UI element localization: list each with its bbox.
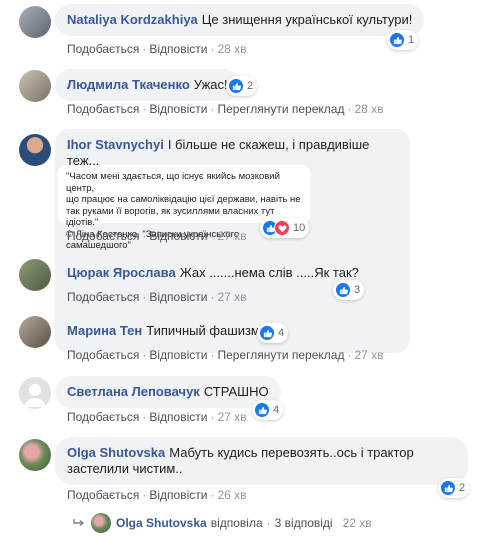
- quote-line: що працює на самоліквідацію цієї держави…: [66, 194, 301, 205]
- reply-time: 22 хв: [342, 516, 372, 530]
- comment-time[interactable]: 28 хв: [217, 42, 246, 56]
- reaction-number: 2: [247, 80, 254, 92]
- view-replies-link[interactable]: Olga Shutovska відповіла · 3 відповіді 2…: [73, 513, 372, 533]
- comment-time[interactable]: 26 хв: [217, 488, 246, 502]
- comment-actions: Подобається · Відповісти · 27 хв: [67, 229, 247, 243]
- like-button[interactable]: Подобається: [67, 42, 139, 56]
- reaction-number: 3: [354, 284, 361, 296]
- like-button[interactable]: Подобається: [67, 348, 139, 362]
- default-avatar-icon: [24, 384, 46, 407]
- comment-actions: Подобається · Відповісти · 27 хв: [67, 410, 247, 424]
- comment-time[interactable]: 27 хв: [354, 348, 383, 362]
- comment-author[interactable]: Светлана Леповачук: [67, 384, 200, 399]
- reply-count: 3 відповіді: [274, 516, 333, 530]
- comment-bubble: Nataliya Kordzakhiya Це знищення українсь…: [55, 4, 425, 36]
- like-button[interactable]: Подобається: [67, 102, 139, 116]
- like-icon: [228, 78, 244, 94]
- comment-text: Жах .......нема слів .....Як так?: [179, 265, 359, 280]
- reaction-count[interactable]: 1: [387, 30, 419, 50]
- comment-time[interactable]: 28 хв: [354, 102, 383, 116]
- comment-actions: Подобається · Відповісти · 27 хв: [67, 290, 247, 304]
- avatar[interactable]: [19, 70, 51, 102]
- reply-button[interactable]: Відповісти: [149, 102, 207, 116]
- comment-actions: Подобається · Відповісти · Переглянути перек…: [67, 102, 384, 116]
- avatar: [91, 513, 111, 533]
- comment-author[interactable]: Olga Shutovska: [67, 445, 165, 460]
- comment-text: застелили чистим..: [67, 461, 183, 476]
- like-button[interactable]: Подобається: [67, 290, 139, 304]
- reply-button[interactable]: Відповісти: [149, 348, 207, 362]
- translate-button[interactable]: Переглянути переклад: [217, 348, 344, 362]
- comment-time[interactable]: 27 хв: [217, 290, 246, 304]
- reply-button[interactable]: Відповісти: [149, 488, 207, 502]
- translate-button[interactable]: Переглянути переклад: [217, 102, 344, 116]
- comment-bubble: Olga Shutovska Мабуть кудись перевозять..…: [55, 437, 468, 485]
- like-button[interactable]: Подобається: [67, 488, 139, 502]
- comment-author[interactable]: Ihor Stavnychyi: [67, 137, 164, 152]
- like-icon: [389, 32, 405, 48]
- avatar[interactable]: [19, 259, 51, 291]
- reply-button[interactable]: Відповісти: [149, 229, 207, 243]
- comment-author[interactable]: Людмила Ткаченко: [67, 77, 190, 92]
- comment-text: Це знищення української культури!: [201, 12, 413, 27]
- reaction-number: 10: [293, 222, 306, 234]
- reply-button[interactable]: Відповісти: [149, 410, 207, 424]
- comment-bubble: Людмила Ткаченко Ужас!: [55, 69, 240, 101]
- comment-bubble: Марина Тен Типичный фашизм: [55, 315, 272, 347]
- reaction-count[interactable]: 4: [257, 323, 289, 343]
- reaction-number: 1: [408, 34, 415, 46]
- like-button[interactable]: Подобається: [67, 410, 139, 424]
- comment-text: СТРАШНО: [203, 384, 269, 399]
- reaction-count[interactable]: 10: [260, 218, 310, 238]
- comment-actions: Подобається · Відповісти · 26 хв: [67, 488, 247, 502]
- like-icon: [254, 402, 270, 418]
- quote-image[interactable]: "Часом мені здається, що існує якийсь мо…: [58, 165, 310, 251]
- comment-text: Типичный фашизм: [146, 323, 260, 338]
- quote-line: "Часом мені здається, що існує якийсь мо…: [66, 171, 280, 194]
- reply-button[interactable]: Відповісти: [149, 290, 207, 304]
- like-icon: [335, 282, 351, 298]
- reaction-count[interactable]: 3: [333, 280, 365, 300]
- like-icon: [440, 480, 456, 496]
- reply-verb: відповіла: [210, 516, 263, 530]
- comment-bubble: Светлана Леповачук СТРАШНО: [55, 376, 281, 408]
- avatar[interactable]: [19, 6, 51, 38]
- avatar[interactable]: [19, 439, 51, 471]
- comment-author[interactable]: Марина Тен: [67, 323, 142, 338]
- reaction-count[interactable]: 4: [252, 400, 284, 420]
- reaction-number: 2: [459, 482, 466, 494]
- like-icon: [259, 325, 275, 341]
- reaction-number: 4: [278, 327, 285, 339]
- avatar[interactable]: [19, 316, 51, 348]
- comment-time[interactable]: 27 хв: [217, 410, 246, 424]
- comment-actions: Подобається · Відповісти · Переглянути перек…: [67, 348, 384, 362]
- comment-author[interactable]: Цюрак Ярослава: [67, 265, 176, 280]
- comment-bubble: Цюрак Ярослава Жах .......нема слів .....…: [55, 257, 371, 289]
- reaction-count[interactable]: 2: [226, 76, 258, 96]
- like-button[interactable]: Подобається: [67, 229, 139, 243]
- comment-time[interactable]: 27 хв: [217, 229, 246, 243]
- comment-author[interactable]: Nataliya Kordzakhiya: [67, 12, 198, 27]
- avatar[interactable]: [19, 134, 51, 166]
- reply-arrow-icon: [73, 518, 85, 528]
- reply-button[interactable]: Відповісти: [149, 42, 207, 56]
- reaction-number: 4: [273, 404, 280, 416]
- reply-author: Olga Shutovska: [116, 516, 207, 530]
- comment-text: Ужас!: [193, 77, 228, 92]
- comment-actions: Подобається · Відповісти · 28 хв: [67, 42, 247, 56]
- reaction-count[interactable]: 2: [438, 478, 470, 498]
- heart-icon: [274, 220, 290, 236]
- avatar[interactable]: [19, 377, 51, 409]
- comment-text: Мабуть кудись перевозять..ось і трактор: [169, 445, 414, 460]
